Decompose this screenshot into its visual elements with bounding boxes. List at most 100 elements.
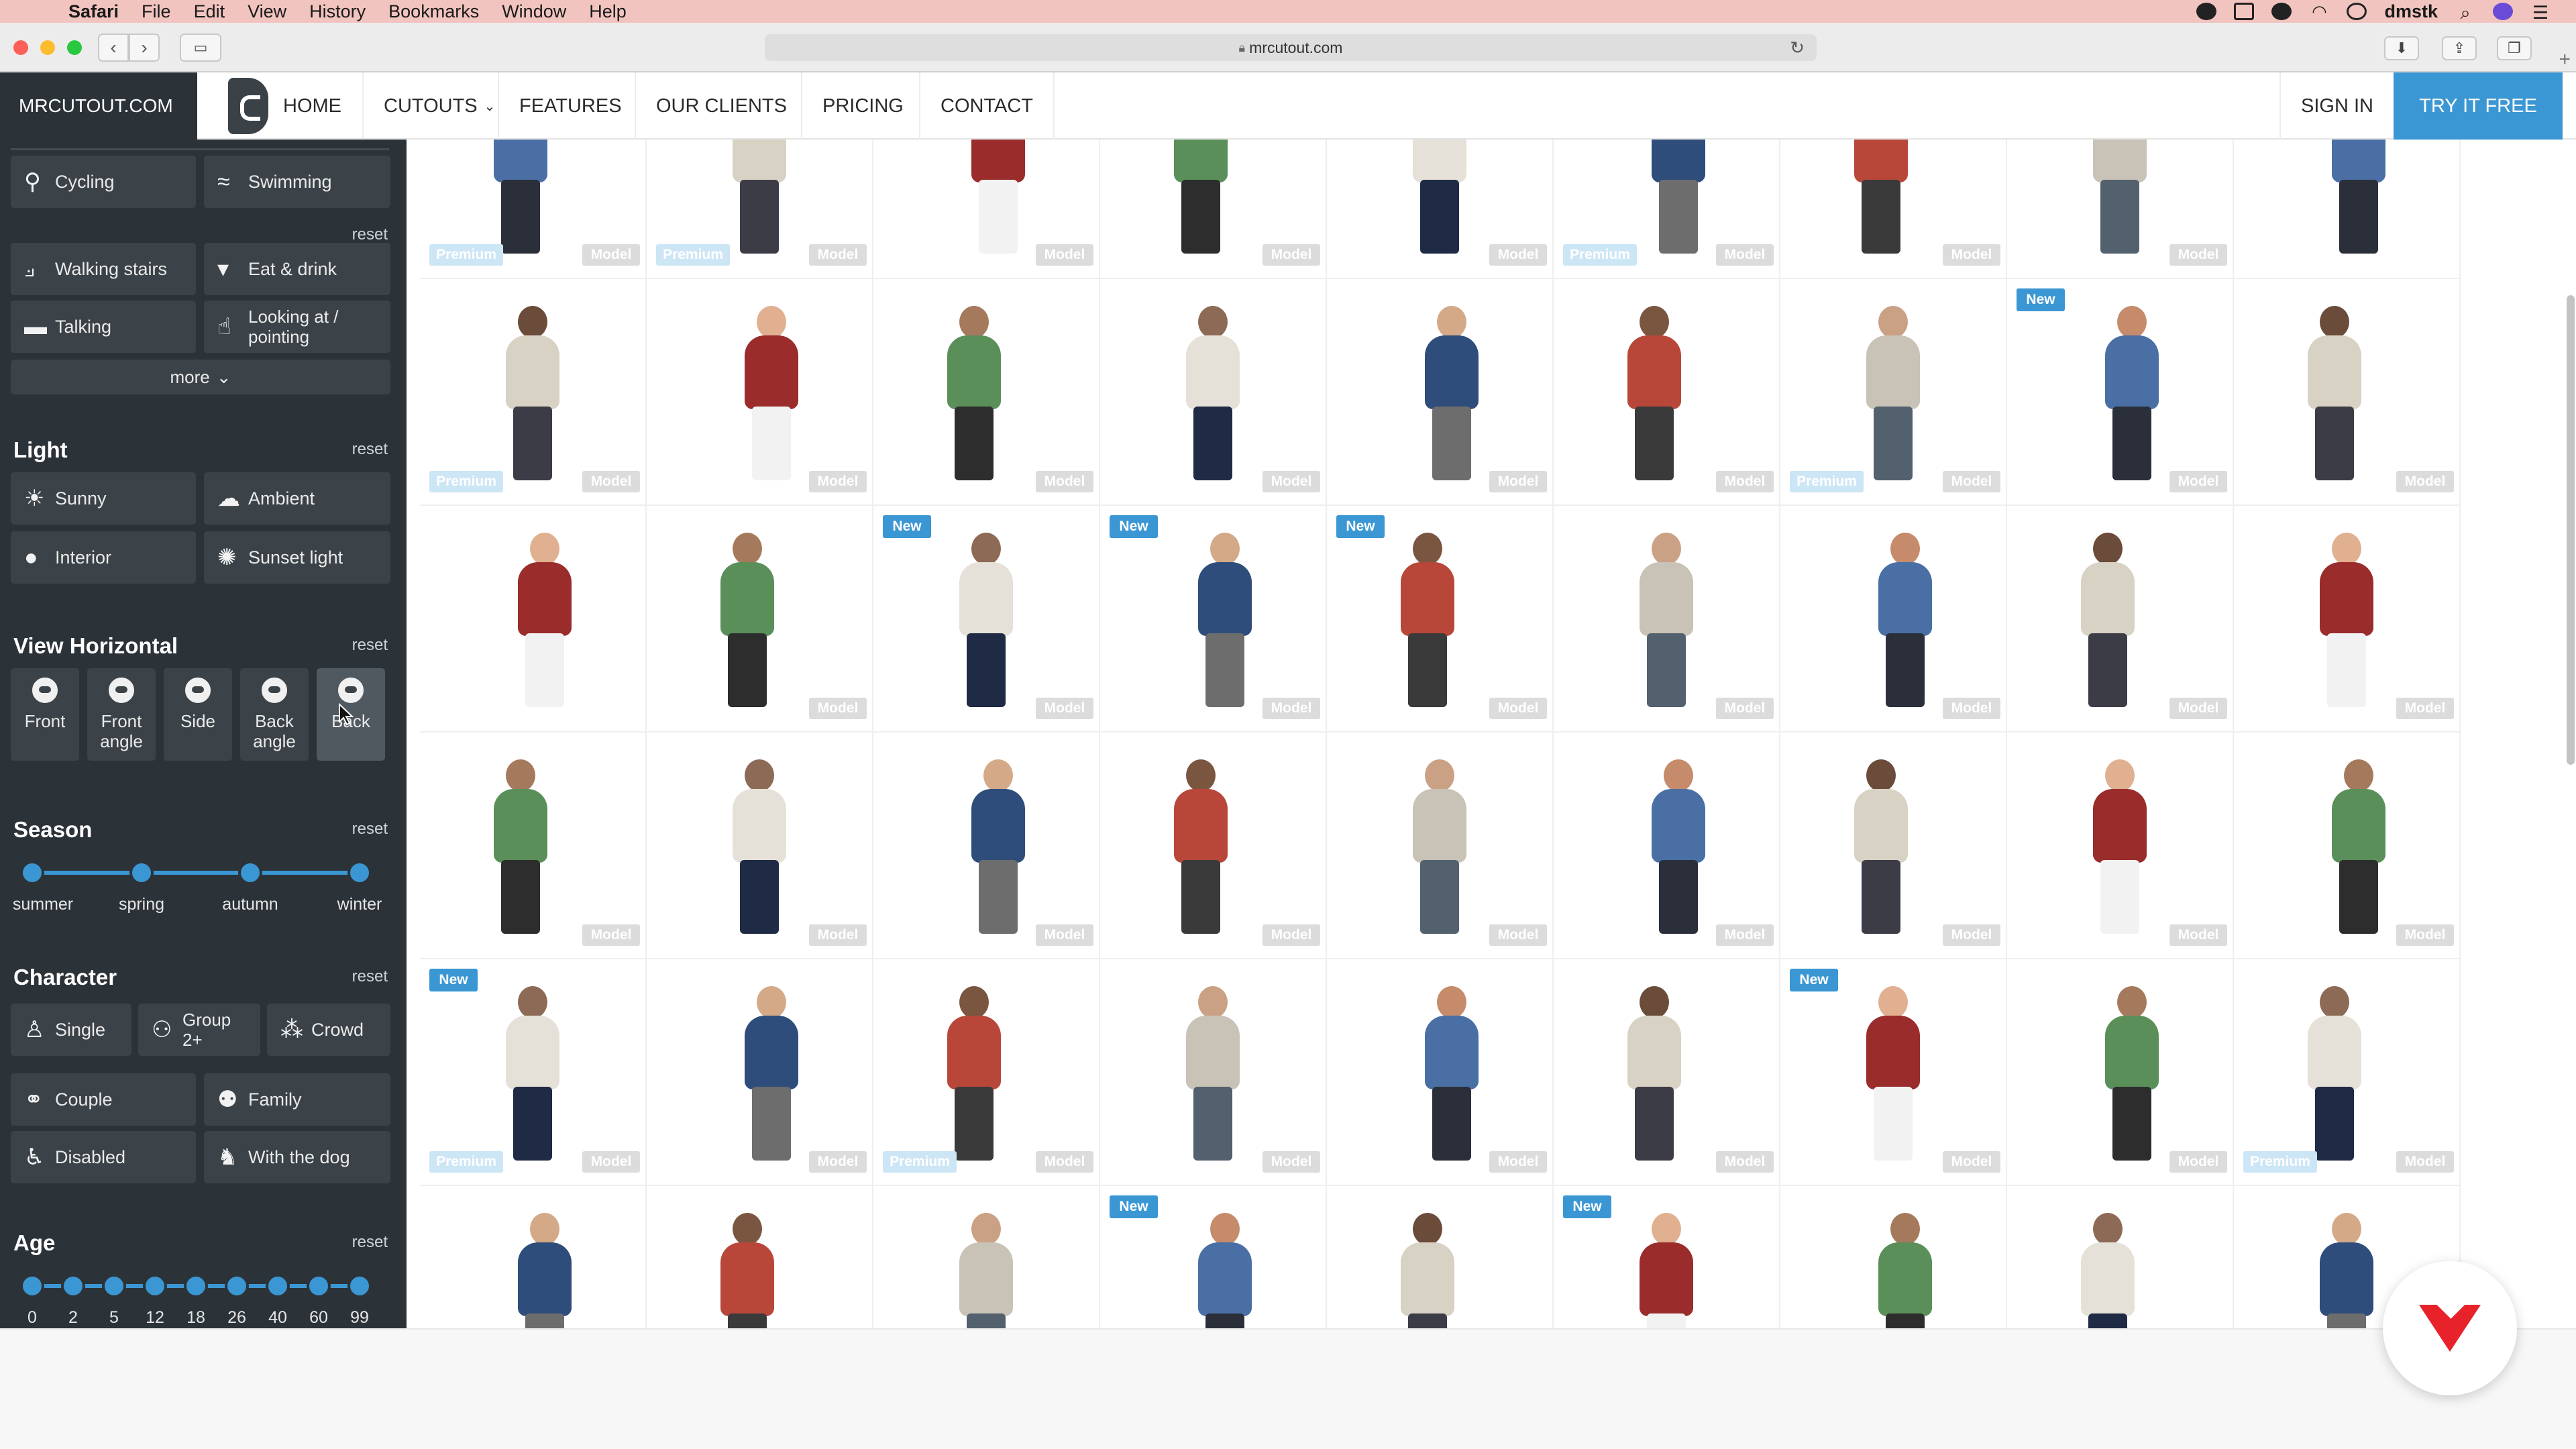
cutout-card[interactable]: New Model	[1100, 506, 1327, 733]
cutout-card[interactable]: Premium Model	[647, 140, 873, 279]
filter-eat-drink[interactable]: ▾ Eat & drink	[204, 243, 390, 295]
filter-with-the-dog[interactable]: ♞ With the dog	[204, 1131, 390, 1183]
filter-family[interactable]: ⚉ Family	[204, 1073, 390, 1126]
view-front-button[interactable]: Front	[11, 668, 79, 761]
cutout-card[interactable]: New	[1100, 1186, 1327, 1328]
new-tab-icon[interactable]: +	[2559, 48, 2571, 71]
close-window-icon[interactable]	[13, 40, 28, 55]
cutout-card[interactable]: Model	[1327, 140, 1554, 279]
cutout-card[interactable]: Premium Model	[420, 140, 647, 279]
filter-interior[interactable]: ● Interior	[11, 531, 196, 584]
menu-view[interactable]: View	[248, 1, 286, 22]
age-slider-stop[interactable]	[266, 1274, 290, 1298]
cutout-card[interactable]: Model	[1554, 506, 1780, 733]
cutout-card[interactable]: Model	[647, 506, 873, 733]
filter-swimming[interactable]: ≈ Swimming	[204, 156, 390, 208]
nav-pricing[interactable]: PRICING	[801, 72, 924, 140]
cutout-card[interactable]: New Model	[2007, 279, 2234, 506]
cutout-card[interactable]	[420, 506, 647, 733]
chat-widget-button[interactable]	[2383, 1261, 2517, 1395]
filter-disabled[interactable]: ♿︎ Disabled	[11, 1131, 196, 1183]
filter-single[interactable]: ♙ Single	[11, 1004, 131, 1056]
sync-icon[interactable]	[2271, 3, 2292, 20]
nav-contact[interactable]: CONTACT	[919, 72, 1055, 140]
season-reset-link[interactable]: reset	[352, 820, 388, 839]
cutout-card[interactable]: Model	[1554, 959, 1780, 1186]
cutout-card[interactable]: Model	[2007, 140, 2234, 279]
age-slider-handle[interactable]	[347, 1274, 372, 1298]
menu-history[interactable]: History	[309, 1, 366, 22]
zoom-window-icon[interactable]	[67, 40, 82, 55]
age-slider-stop[interactable]	[143, 1274, 167, 1298]
cutout-card[interactable]: New Model	[1327, 506, 1554, 733]
cutout-card[interactable]: Model	[1100, 140, 1327, 279]
site-logo-icon[interactable]	[228, 78, 268, 134]
clock-icon[interactable]	[2347, 3, 2367, 20]
sign-in-link[interactable]: SIGN IN	[2279, 72, 2394, 140]
cutout-card[interactable]: Model	[1327, 733, 1554, 959]
view-front-angle-button[interactable]: Front angle	[87, 668, 156, 761]
wifi-icon[interactable]: ◠	[2309, 3, 2329, 20]
filter-sunset-light[interactable]: ✺ Sunset light	[204, 531, 390, 584]
screen-icon[interactable]	[2234, 3, 2255, 20]
cutout-card[interactable]	[647, 1186, 873, 1328]
creative-cloud-icon[interactable]	[2196, 3, 2217, 20]
cutout-card[interactable]	[2234, 140, 2461, 279]
cutout-card[interactable]: Model	[2234, 506, 2461, 733]
cutout-card[interactable]: Model	[420, 733, 647, 959]
age-slider-stop[interactable]	[102, 1274, 126, 1298]
cutout-card[interactable]: Model	[647, 279, 873, 506]
view-horizontal-reset-link[interactable]: reset	[352, 636, 388, 655]
cutout-card[interactable]	[1780, 1186, 2007, 1328]
cutout-card[interactable]: Model	[2007, 733, 2234, 959]
sidebar-toggle-button[interactable]: ▭	[180, 34, 221, 62]
more-button[interactable]: more ⌄	[11, 360, 390, 394]
nav-home[interactable]: HOME	[263, 72, 362, 140]
cutout-card[interactable]	[873, 1186, 1100, 1328]
cutout-card[interactable]: Model	[873, 279, 1100, 506]
cutout-card[interactable]: Premium Model	[2234, 959, 2461, 1186]
filter-looking-pointing[interactable]: ☝︎ Looking at / pointing	[204, 301, 390, 353]
cutout-card[interactable]: Model	[1554, 733, 1780, 959]
cutout-card[interactable]: Model	[873, 140, 1100, 279]
menu-window[interactable]: Window	[502, 1, 566, 22]
cutout-card[interactable]: Model	[1100, 733, 1327, 959]
age-slider-stop[interactable]	[225, 1274, 249, 1298]
address-bar[interactable]: 🔒︎ mrcutout.com ↻	[765, 34, 1817, 61]
menu-app[interactable]: Safari	[68, 1, 119, 22]
share-button[interactable]: ⇪	[2442, 36, 2477, 60]
cutout-card[interactable]: Premium Model	[873, 959, 1100, 1186]
notification-center-icon[interactable]: ☰	[2530, 3, 2551, 23]
menu-edit[interactable]: Edit	[194, 1, 225, 22]
filter-couple[interactable]: ⚭ Couple	[11, 1073, 196, 1126]
nav-features[interactable]: FEATURES	[498, 72, 642, 140]
downloads-button[interactable]: ⬇	[2384, 36, 2419, 60]
age-slider-stop[interactable]	[61, 1274, 85, 1298]
cutout-card[interactable]: Model	[2234, 733, 2461, 959]
minimize-window-icon[interactable]	[40, 40, 55, 55]
view-side-button[interactable]: Side	[164, 668, 232, 761]
filter-sunny[interactable]: ☀︎ Sunny	[11, 472, 196, 525]
filter-group[interactable]: ⚇ Group 2+	[138, 1004, 260, 1056]
season-slider-track[interactable]	[32, 871, 361, 875]
menu-bookmarks[interactable]: Bookmarks	[388, 1, 479, 22]
age-reset-link[interactable]: reset	[352, 1233, 388, 1252]
cutout-card[interactable]: Model	[1100, 279, 1327, 506]
cutout-card[interactable]: Model	[1554, 279, 1780, 506]
cutout-card[interactable]: Premium Model	[1780, 279, 2007, 506]
filter-talking[interactable]: ▬ Talking	[11, 301, 196, 353]
filter-crowd[interactable]: ⁂ Crowd	[267, 1004, 390, 1056]
cutout-card[interactable]	[420, 1186, 647, 1328]
character-reset-link[interactable]: reset	[352, 967, 388, 986]
age-slider-stop[interactable]	[184, 1274, 208, 1298]
cutout-card[interactable]: New Model	[873, 506, 1100, 733]
site-brand[interactable]: MRCUTOUT.COM	[0, 72, 197, 140]
view-back-angle-button[interactable]: Back angle	[240, 668, 309, 761]
page-scrollbar[interactable]	[2567, 295, 2575, 765]
cutout-card[interactable]: Premium Model	[1554, 140, 1780, 279]
cutout-card[interactable]: Model	[2007, 959, 2234, 1186]
cutout-card[interactable]: Model	[2234, 279, 2461, 506]
cutout-card[interactable]: Model	[1780, 506, 2007, 733]
siri-icon[interactable]	[2493, 3, 2513, 20]
back-button[interactable]: ‹	[98, 34, 129, 62]
